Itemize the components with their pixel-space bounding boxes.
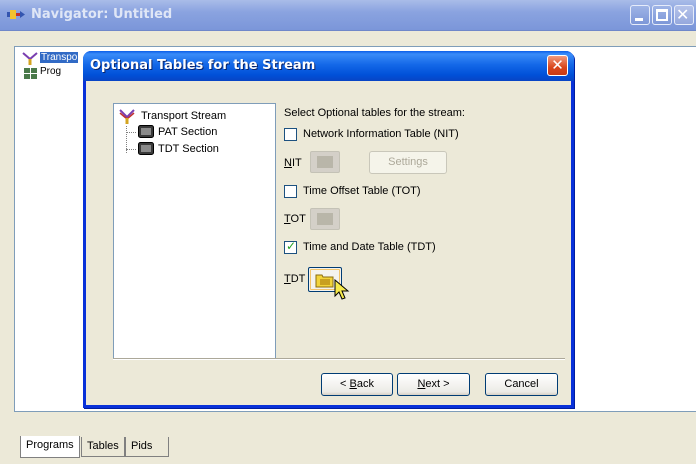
tot-table-label: TOT (284, 213, 306, 225)
tdt-checkbox-label: Time and Date Table (TDT) (303, 241, 436, 253)
dialog-separator (113, 358, 565, 360)
tree-connector (126, 132, 136, 133)
checkmark-icon: ✓ (286, 239, 297, 253)
minimize-icon (635, 18, 643, 21)
select-tables-prompt: Select Optional tables for the stream: (284, 107, 465, 119)
tree-label-transport-stream: Transport Stream (141, 110, 227, 122)
nit-checkbox[interactable] (284, 128, 297, 141)
nit-table-label: NIT (284, 157, 302, 169)
tot-checkbox-label: Time Offset Table (TOT) (303, 185, 421, 197)
tab-tables[interactable]: Tables (81, 437, 125, 457)
navigator-title: Navigator: Untitled (31, 7, 173, 22)
tab-programs[interactable]: Programs (20, 436, 80, 458)
optional-tables-dialog: Optional Tables for the Stream ✕ Transpo… (83, 51, 574, 408)
tree-item-programs[interactable]: Prog (40, 66, 61, 77)
minimize-button[interactable] (630, 5, 650, 25)
nit-checkbox-label: Network Information Table (NIT) (303, 128, 459, 140)
settings-button[interactable]: Settings (369, 151, 447, 174)
table-icon (317, 156, 333, 168)
tab-pids[interactable]: Pids (125, 437, 169, 457)
table-icon (317, 213, 333, 225)
folder-icon (315, 274, 334, 288)
mouse-pointer-icon (334, 279, 350, 300)
tdt-checkbox[interactable]: ✓ (284, 239, 297, 254)
tot-table-button[interactable] (310, 208, 340, 230)
back-button[interactable]: < Back (321, 373, 393, 396)
dialog-close-button[interactable]: ✕ (547, 55, 568, 76)
close-icon: ✕ (676, 5, 690, 24)
cancel-button[interactable]: Cancel (485, 373, 558, 396)
section-icon (138, 142, 154, 155)
tree-label-tdt-section: TDT Section (158, 143, 219, 155)
transport-stream-icon (22, 52, 38, 65)
maximize-button[interactable] (652, 5, 672, 25)
program-icon (24, 68, 37, 79)
navigator-title-bar[interactable]: Navigator: Untitled ✕ (0, 0, 696, 31)
app-icon (7, 10, 25, 19)
dialog-title: Optional Tables for the Stream (90, 58, 316, 73)
maximize-icon (656, 9, 668, 21)
tree-label-pat-section: PAT Section (158, 126, 218, 138)
tdt-table-label: TDT (284, 273, 306, 285)
dialog-title-bar[interactable]: Optional Tables for the Stream ✕ (83, 51, 574, 81)
tot-checkbox[interactable] (284, 185, 297, 198)
next-button[interactable]: Next > (397, 373, 470, 396)
tree-item-transport[interactable]: Transpo (40, 52, 79, 63)
section-icon (138, 125, 154, 138)
close-icon: ✕ (551, 56, 564, 74)
tree-connector (126, 149, 136, 150)
stream-tree-panel[interactable]: Transport Stream PAT Section TDT Section (113, 103, 276, 360)
nit-table-button[interactable] (310, 151, 340, 173)
navigator-close-button[interactable]: ✕ (674, 5, 694, 25)
transport-stream-icon (119, 109, 135, 124)
